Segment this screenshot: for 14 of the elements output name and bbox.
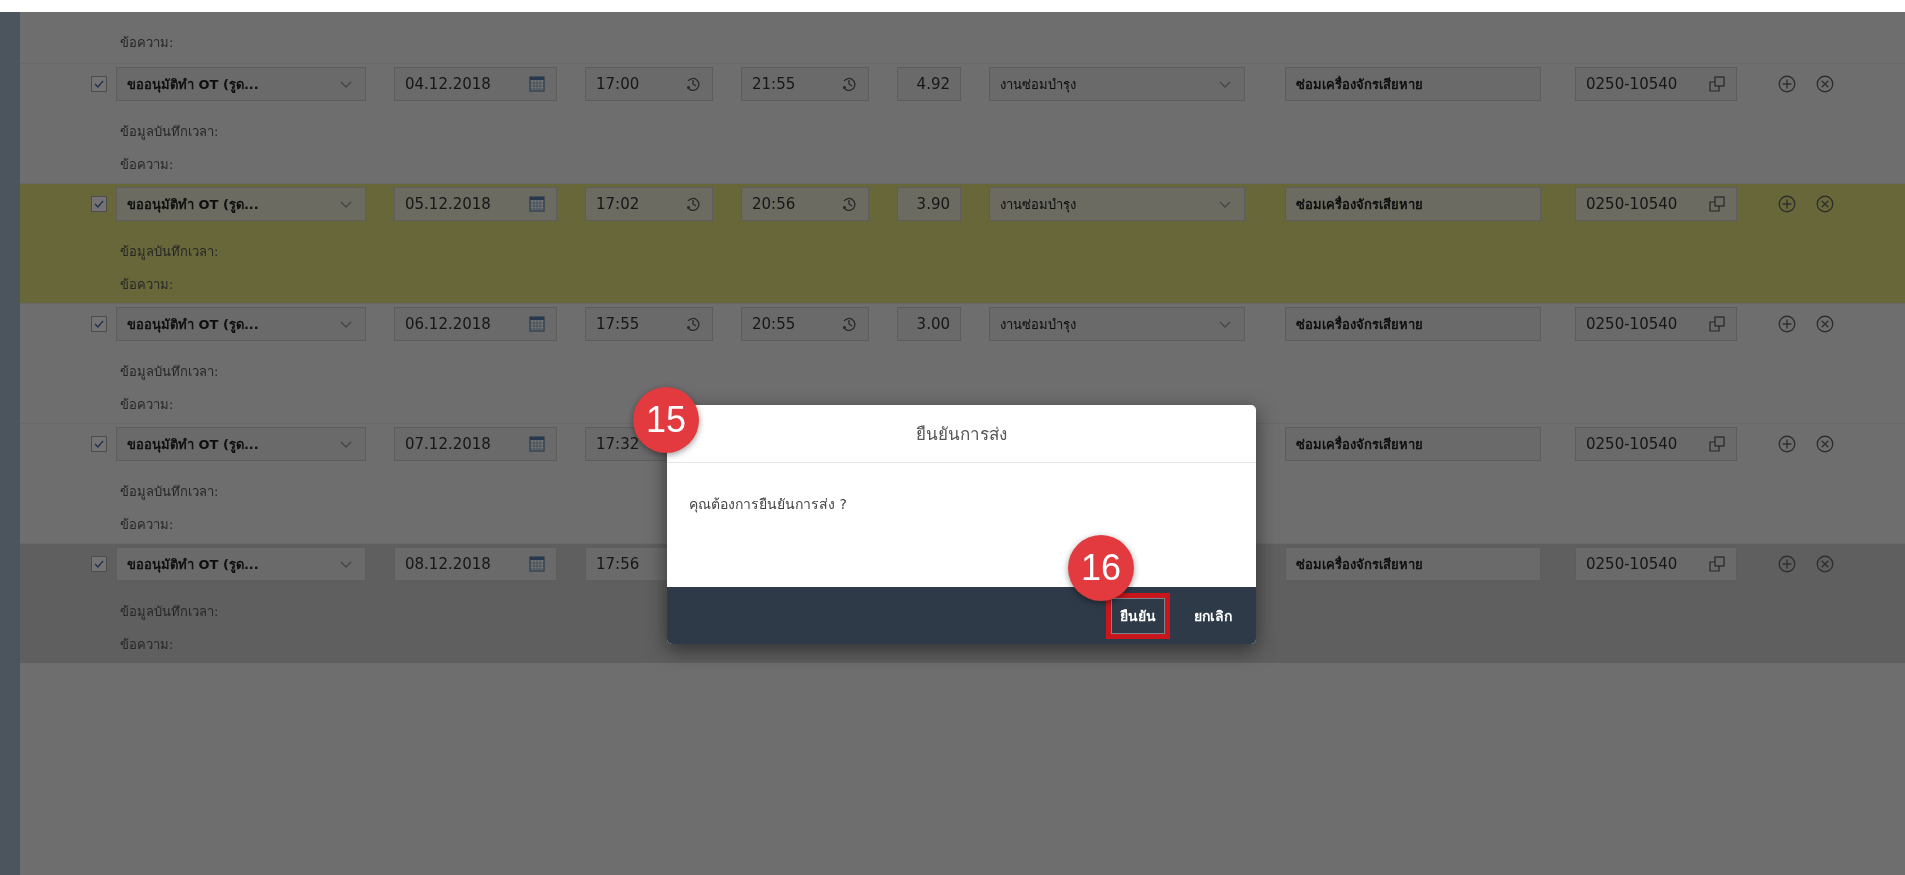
dialog-title: ยืนยันการส่ง [916,423,1007,446]
field-label: ข้อความ: [120,635,174,654]
dialog-message: คุณต้องการยืนยันการส่ง ? [689,496,847,512]
field-label: ข้อความ: [120,155,174,174]
step-badge: 16 [1068,534,1134,601]
field-label: ข้อความ: [120,275,174,294]
field-label: ข้อความ: [120,395,174,414]
field-label: ข้อความ: [120,515,174,534]
field-label: ข้อมูลบันทึกเวลา: [120,602,219,622]
field-label: ข้อมูลบันทึกเวลา: [120,362,219,382]
field-label: ข้อมูลบันทึกเวลา: [120,482,219,502]
field-label: ข้อมูลบันทึกเวลา: [120,122,219,142]
field-label: ข้อความ: [120,34,174,52]
field-label: ข้อมูลบันทึกเวลา: [120,242,219,262]
